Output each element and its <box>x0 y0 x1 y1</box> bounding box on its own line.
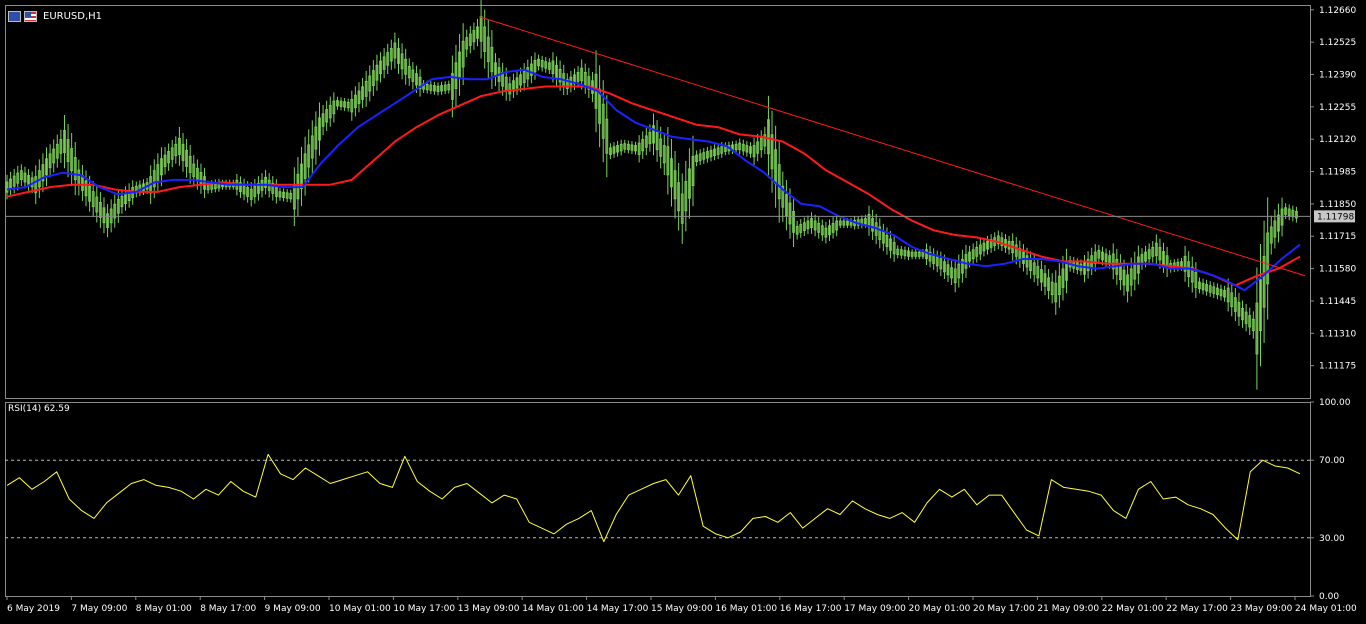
symbol-label: EURUSD,H1 <box>43 10 103 22</box>
rsi-line <box>6 453 1301 543</box>
price-axis-label: 1.11715 <box>1319 232 1356 242</box>
rsi-axis-label: 100.00 <box>1319 398 1351 408</box>
current-price-label: 1.11798 <box>1317 212 1354 222</box>
price-axis-label: 1.11445 <box>1319 297 1356 307</box>
time-axis-label: 20 May 01:00 <box>909 604 971 614</box>
time-axis-label: 17 May 09:00 <box>844 604 906 614</box>
time-axis-label: 10 May 17:00 <box>393 604 455 614</box>
price-axis-label: 1.12390 <box>1319 70 1356 80</box>
rsi-axis-label: 30.00 <box>1319 534 1345 544</box>
time-axis-label: 6 May 2019 <box>7 604 60 614</box>
chart-window: 1.12660 1.12525 1.12390 1.12255 1.12120 1.119… <box>0 0 1366 621</box>
time-axis-label: 21 May 09:00 <box>1037 604 1099 614</box>
rsi-pane-frame <box>5 402 1311 597</box>
time-axis-label: 7 May 09:00 <box>71 604 127 614</box>
time-axis-label: 16 May 01:00 <box>715 604 777 614</box>
time-axis-label: 15 May 09:00 <box>651 604 713 614</box>
price-pane-frame <box>5 5 1311 399</box>
time-axis-label: 10 May 01:00 <box>329 604 391 614</box>
time-axis-label: 14 May 17:00 <box>587 604 649 614</box>
time-axis-label: 13 May 09:00 <box>458 604 520 614</box>
chart-canvas[interactable]: 1.12660 1.12525 1.12390 1.12255 1.12120 1.119… <box>0 0 1366 621</box>
price-axis-label: 1.11850 <box>1319 200 1356 210</box>
time-axis-label: 22 May 01:00 <box>1102 604 1164 614</box>
rsi-axis-label: 70.00 <box>1319 456 1345 466</box>
price-axis-label: 1.12660 <box>1319 6 1356 16</box>
trendline <box>479 16 1306 277</box>
time-axis-label: 16 May 17:00 <box>780 604 842 614</box>
price-axis-label: 1.11580 <box>1319 265 1356 275</box>
time-axis-label: 8 May 01:00 <box>136 604 192 614</box>
candles-group <box>5 0 1298 390</box>
time-axis-label: 14 May 01:00 <box>522 604 584 614</box>
chart-title-bar: EURUSD,H1 <box>8 9 102 23</box>
time-axis-label: 8 May 17:00 <box>200 604 256 614</box>
time-axis-label: 24 May 01:00 <box>1295 604 1357 614</box>
time-axis-label: 9 May 09:00 <box>265 604 321 614</box>
eu-flag-icon <box>8 10 21 22</box>
us-flag-icon <box>24 10 37 22</box>
rsi-title: RSI(14) 62.59 <box>8 404 70 414</box>
rsi-axis-label: 0.00 <box>1319 592 1339 602</box>
price-axis-label: 1.11985 <box>1319 168 1356 178</box>
price-axis-label: 1.12525 <box>1319 38 1356 48</box>
price-axis-label: 1.11175 <box>1319 362 1356 372</box>
time-axis-label: 23 May 09:00 <box>1231 604 1293 614</box>
price-axis-label: 1.12120 <box>1319 135 1356 145</box>
time-axis-label: 20 May 17:00 <box>973 604 1035 614</box>
time-axis-label: 22 May 17:00 <box>1166 604 1228 614</box>
price-axis-label: 1.11310 <box>1319 329 1356 339</box>
price-axis-label: 1.12255 <box>1319 103 1356 113</box>
